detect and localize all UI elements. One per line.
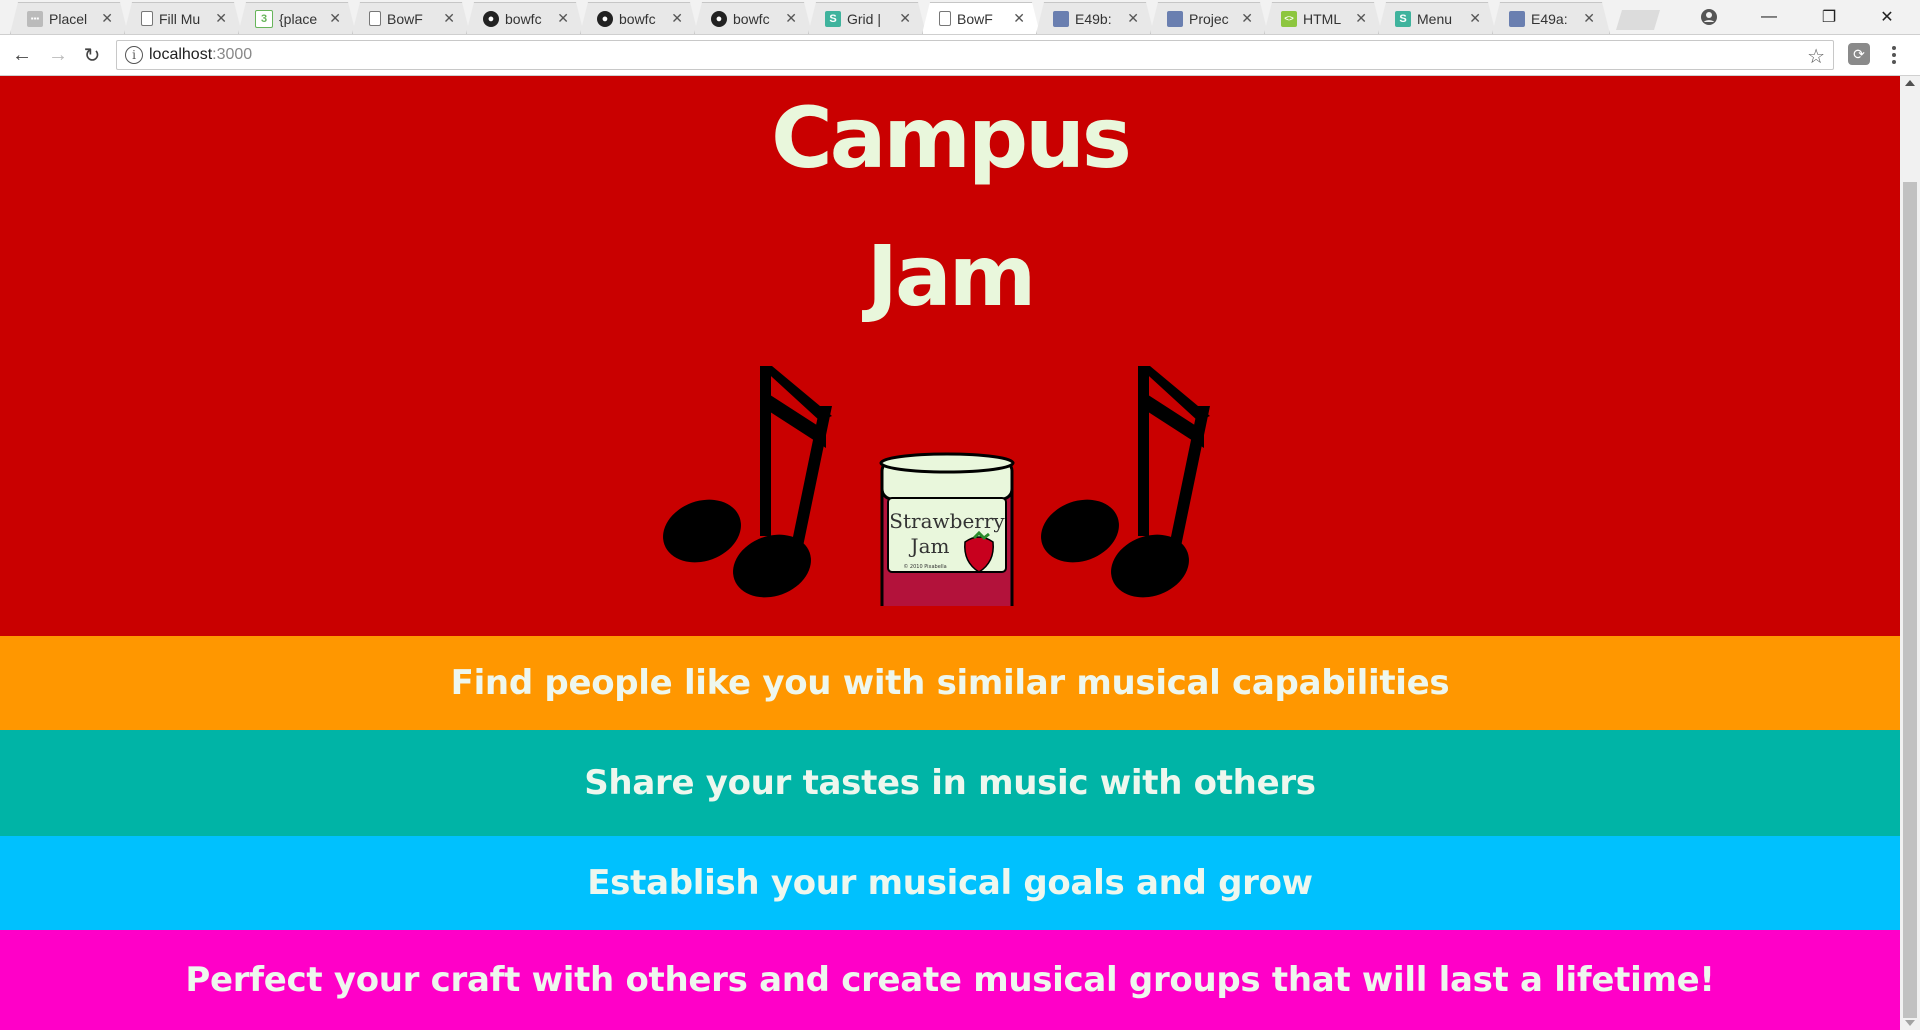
close-tab-icon[interactable]: ✕ (1583, 10, 1595, 27)
back-arrow-icon[interactable]: ← (10, 43, 34, 67)
browser-tab[interactable]: ● bowfc ✕ (466, 2, 584, 34)
close-tab-icon[interactable]: ✕ (329, 10, 341, 27)
github-icon: ● (711, 11, 727, 27)
feature-band-goals: Establish your musical goals and grow (0, 836, 1900, 930)
feature-text: Establish your musical goals and grow (587, 863, 1313, 903)
scrollbar-thumb[interactable] (1903, 182, 1917, 1018)
info-icon[interactable]: i (125, 46, 143, 64)
close-tab-icon[interactable]: ✕ (671, 10, 683, 27)
close-tab-icon[interactable]: ✕ (557, 10, 569, 27)
tab-label: {place (279, 10, 318, 27)
feature-band-share-tastes: Share your tastes in music with others (0, 730, 1900, 836)
hero-illustration: Strawberry Jam © 2010 Pixabella (663, 366, 1210, 606)
close-tab-icon[interactable]: ✕ (1013, 10, 1025, 27)
minimize-button[interactable]: — (1746, 0, 1792, 34)
tab-label: HTML (1303, 10, 1342, 27)
toolbar: ← → ↻ i localhost:3000 ☆ ⟳ (0, 35, 1920, 76)
close-tab-icon[interactable]: ✕ (899, 10, 911, 27)
tab-label: BowF (957, 10, 993, 27)
placeholder-site-icon: ▪▪▪ (27, 11, 43, 27)
close-tab-icon[interactable]: ✕ (101, 10, 113, 27)
close-tab-icon[interactable]: ✕ (215, 10, 227, 27)
blue-square-icon (1509, 11, 1525, 27)
jar-copyright: © 2010 Pixabella (903, 563, 946, 570)
feature-text: Perfect your craft with others and creat… (185, 960, 1715, 1000)
scroll-down-arrow-icon[interactable] (1905, 1020, 1915, 1026)
document-icon (939, 11, 951, 26)
tab-label: Grid | (847, 10, 881, 27)
browser-tab[interactable]: <> HTML ✕ (1264, 2, 1382, 34)
title-line-1: Campus (771, 89, 1132, 187)
url-port: :3000 (212, 46, 253, 63)
tab-label: Fill Mu (159, 10, 201, 27)
extension-icon[interactable]: ⟳ (1848, 43, 1870, 65)
bookmark-star-icon[interactable]: ☆ (1807, 44, 1825, 69)
html-icon: <> (1281, 11, 1297, 27)
tab-label: Projec (1189, 10, 1229, 27)
url-host: localhost (149, 46, 213, 63)
close-window-button[interactable]: ✕ (1864, 0, 1910, 34)
music-note-icon (1041, 366, 1210, 598)
address-bar[interactable]: i localhost:3000 ☆ (116, 40, 1834, 70)
page: Campus Jam Strawberry Jam © 2010 Pixabel… (0, 76, 1900, 1030)
s-brand-icon: S (1395, 11, 1411, 27)
reload-icon[interactable]: ↻ (80, 43, 104, 67)
jar-label-line-2: Jam (909, 534, 950, 558)
feature-text: Share your tastes in music with others (584, 763, 1316, 803)
tab-label: bowfc (505, 10, 542, 27)
feature-text: Find people like you with similar musica… (450, 663, 1450, 703)
browser-tab-active[interactable]: BowF ✕ (922, 2, 1040, 34)
blue-square-icon (1167, 11, 1183, 27)
close-tab-icon[interactable]: ✕ (443, 10, 455, 27)
jar-label-line-1: Strawberry (889, 509, 1005, 533)
forward-arrow-icon[interactable]: → (46, 43, 70, 67)
hero-section: Campus Jam Strawberry Jam © 2010 Pixabel… (0, 76, 1900, 636)
page-viewport: Campus Jam Strawberry Jam © 2010 Pixabel… (0, 76, 1920, 1030)
browser-tab[interactable]: S Menu ✕ (1378, 2, 1496, 34)
tab-label: bowfc (619, 10, 656, 27)
restore-button[interactable]: ❐ (1806, 0, 1852, 34)
tab-label: bowfc (733, 10, 770, 27)
browser-tab[interactable]: ● bowfc ✕ (694, 2, 812, 34)
tab-label: E49a: (1531, 10, 1568, 27)
close-tab-icon[interactable]: ✕ (785, 10, 797, 27)
green-s-icon: 3 (255, 10, 273, 28)
vertical-scrollbar[interactable] (1900, 76, 1920, 1030)
browser-menu-icon[interactable] (1888, 41, 1900, 69)
profile-icon[interactable] (1686, 0, 1732, 34)
browser-tab[interactable]: Fill Mu ✕ (124, 2, 242, 34)
tab-label: E49b: (1075, 10, 1112, 27)
tab-label: Placel (49, 10, 88, 27)
blue-square-icon (1053, 11, 1069, 27)
new-tab-button[interactable] (1616, 10, 1660, 30)
tab-label: Menu (1417, 10, 1453, 27)
document-icon (141, 11, 153, 26)
browser-tab[interactable]: 3 {place ✕ (238, 2, 356, 34)
browser-tab[interactable]: ▪▪▪ Placel ✕ (10, 2, 128, 34)
close-tab-icon[interactable]: ✕ (1355, 10, 1367, 27)
close-tab-icon[interactable]: ✕ (1469, 10, 1481, 27)
s-brand-icon: S (825, 11, 841, 27)
github-icon: ● (483, 11, 499, 27)
tab-strip: ▪▪▪ Placel ✕ Fill Mu ✕ 3 {place ✕ BowF ✕… (0, 0, 1920, 35)
browser-tab[interactable]: BowF ✕ (352, 2, 470, 34)
close-tab-icon[interactable]: ✕ (1241, 10, 1253, 27)
jam-jar-icon: Strawberry Jam © 2010 Pixabella (879, 452, 1015, 606)
browser-tab[interactable]: ● bowfc ✕ (580, 2, 698, 34)
browser-tab[interactable]: Projec ✕ (1150, 2, 1268, 34)
browser-tab[interactable]: E49b: ✕ (1036, 2, 1154, 34)
music-note-icon (663, 366, 832, 598)
feature-band-perfect-craft: Perfect your craft with others and creat… (0, 930, 1900, 1030)
scroll-up-arrow-icon[interactable] (1905, 80, 1915, 86)
browser-tab[interactable]: E49a: ✕ (1492, 2, 1610, 34)
browser-tab[interactable]: S Grid | ✕ (808, 2, 926, 34)
tab-label: BowF (387, 10, 423, 27)
close-tab-icon[interactable]: ✕ (1127, 10, 1139, 27)
feature-band-find-people: Find people like you with similar musica… (0, 636, 1900, 730)
github-icon: ● (597, 11, 613, 27)
document-icon (369, 11, 381, 26)
title-line-2: Jam (866, 227, 1036, 325)
